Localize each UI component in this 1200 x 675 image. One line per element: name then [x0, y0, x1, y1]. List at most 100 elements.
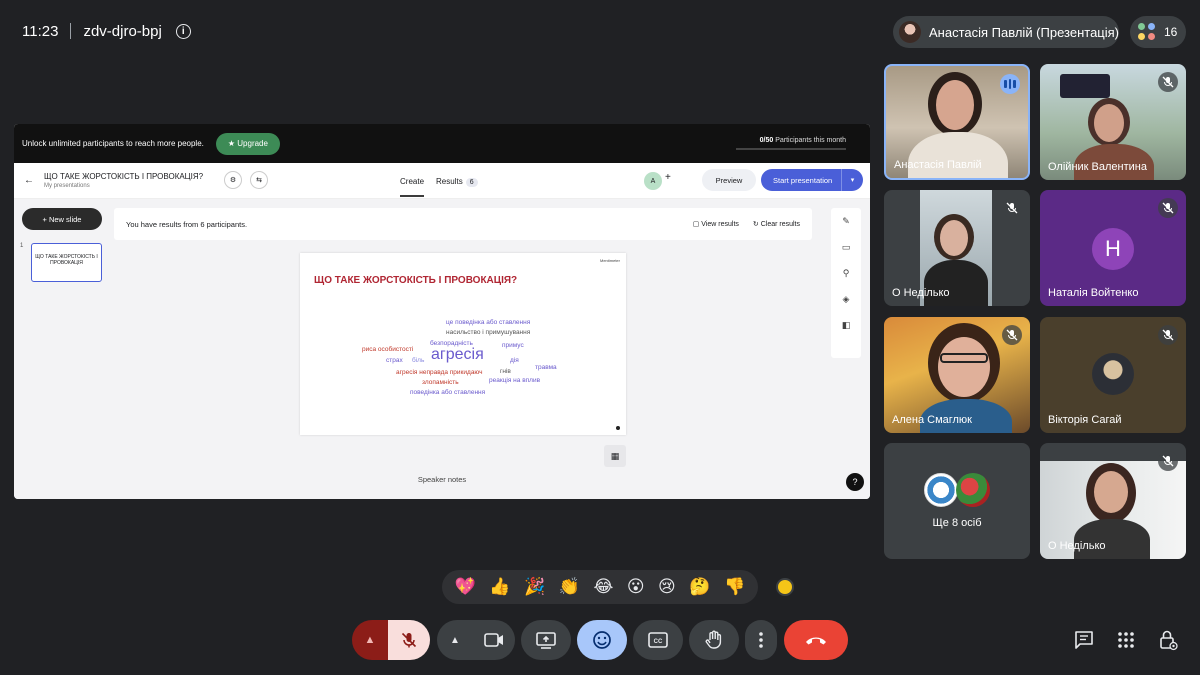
preview-button[interactable]: Preview [702, 169, 756, 191]
word-cloud-word: травма [535, 364, 557, 371]
collaborator-avatar[interactable]: A [644, 172, 662, 190]
upgrade-button[interactable]: ★ Upgrade [215, 132, 280, 155]
participant-face [1094, 104, 1124, 142]
reaction-heart-icon[interactable]: 💖 [455, 577, 476, 597]
captions-icon: CC [648, 632, 668, 648]
camera-control-group: ▲ [437, 620, 515, 660]
camera-options-chevron-icon[interactable]: ▲ [437, 620, 473, 660]
layout-icon[interactable]: ◧ [842, 320, 851, 331]
participant-tile[interactable]: Вікторія Сагай [1040, 317, 1186, 433]
editor-header: ← ЩО ТАКЕ ЖОРСТОКІСТЬ І ПРОВОКАЦІЯ? My p… [14, 163, 870, 199]
present-button[interactable] [521, 620, 571, 660]
speaker-notes[interactable]: Speaker notes [14, 475, 870, 484]
back-arrow-icon[interactable]: ← [24, 175, 34, 186]
mic-off-icon [1158, 198, 1178, 218]
participant-tile[interactable]: Алена Смаглюк [884, 317, 1030, 433]
word-cloud-word: це поведінка або ставлення [446, 319, 531, 326]
presentation-title: ЩО ТАКЕ ЖОРСТОКІСТЬ І ПРОВОКАЦІЯ? [44, 172, 204, 181]
mic-options-chevron-icon[interactable]: ▲ [352, 620, 388, 660]
view-results-button[interactable]: ▢ View results [693, 220, 739, 228]
chat-icon [1075, 631, 1093, 649]
add-collaborator-icon[interactable]: + [665, 172, 671, 183]
style-icon[interactable]: ◈ [843, 294, 850, 305]
activities-button[interactable] [1114, 628, 1138, 652]
slide-marker [616, 426, 620, 430]
participant-body [908, 132, 1008, 178]
reaction-surprised-icon[interactable]: 😮 [627, 577, 645, 597]
people-icon [1138, 23, 1156, 41]
more-participants-tile[interactable]: Ще 8 осіб [884, 443, 1030, 559]
meeting-info: 11:23 zdv-djro-bpj i [22, 20, 191, 42]
slide-canvas[interactable]: Mentimeter ЩО ТАКЕ ЖОРСТОКІСТЬ І ПРОВОКА… [300, 253, 626, 435]
reaction-party-icon[interactable]: 🎉 [524, 577, 545, 597]
mic-off-icon [1158, 72, 1178, 92]
raise-hand-button[interactable] [689, 620, 739, 660]
share-icon[interactable]: ⇆ [250, 171, 268, 189]
people-button[interactable]: 16 [1130, 16, 1186, 48]
emoji-icon [593, 631, 611, 649]
emoji-button[interactable] [577, 620, 627, 660]
participant-avatar [1092, 353, 1134, 395]
participant-tile[interactable]: О Неділько [884, 190, 1030, 306]
participant-avatar [924, 473, 958, 507]
skin-tone-selector[interactable] [776, 578, 794, 596]
glasses [940, 353, 988, 363]
participant-tile[interactable]: Олійник Валентина [1040, 64, 1186, 180]
word-cloud-word: страх [386, 357, 403, 364]
leave-call-button[interactable] [784, 620, 848, 660]
word-cloud-word: дія [510, 357, 519, 364]
reaction-thumbs-up-icon[interactable]: 👍 [489, 577, 510, 597]
editor-tabs: Create Results 6 [400, 163, 478, 199]
present-icon [536, 632, 556, 649]
camera-button[interactable] [473, 620, 515, 660]
slide-thumbnail[interactable]: ЩО ТАКЕ ЖОРСТОКІСТЬ І ПРОВОКАЦІЯ [31, 243, 102, 282]
reaction-thumbs-down-icon[interactable]: 👎 [724, 577, 745, 597]
reaction-laugh-icon[interactable]: 😂 [593, 577, 613, 597]
clear-results-button[interactable]: ↻ Clear results [753, 220, 800, 228]
help-button[interactable]: ? [846, 473, 864, 491]
participant-count: 16 [1164, 25, 1178, 39]
reaction-sad-icon[interactable]: 😢 [658, 577, 676, 597]
info-icon[interactable]: i [175, 23, 191, 39]
tab-results[interactable]: Results 6 [436, 177, 478, 187]
thumbnail-title: ЩО ТАКЕ ЖОРСТОКІСТЬ І ПРОВОКАЦІЯ [35, 254, 98, 266]
host-controls-button[interactable] [1156, 628, 1180, 652]
participant-tile[interactable]: О Неділько [1040, 443, 1186, 559]
participants-label: Participants this month [775, 137, 846, 144]
new-slide-button[interactable]: + New slide [22, 208, 102, 230]
tab-create[interactable]: Create [400, 166, 425, 197]
edit-icon[interactable]: ✎ [842, 216, 850, 227]
presenter-chip[interactable]: Анастасія Павлій (Презентація) [893, 16, 1119, 48]
participant-face [1094, 471, 1128, 513]
captions-button[interactable]: CC [633, 620, 683, 660]
mic-off-icon [1158, 451, 1178, 471]
qr-code-icon[interactable]: ▦ [604, 445, 626, 467]
participant-name: Наталія Войтенко [1048, 287, 1139, 299]
participants-meter: 0/50 Participants this month [736, 137, 846, 150]
breadcrumb[interactable]: My presentations [44, 183, 203, 189]
activities-icon [1118, 632, 1134, 648]
reaction-clap-icon[interactable]: 👏 [559, 577, 580, 597]
comment-icon[interactable]: ▭ [842, 242, 851, 253]
mic-off-button[interactable] [388, 620, 430, 660]
participant-avatar: Н [1092, 228, 1134, 270]
mic-off-icon [1002, 198, 1022, 218]
word-cloud-word: поведінка або ставлення [410, 389, 486, 396]
shared-screen: Unlock unlimited participants to reach m… [14, 124, 870, 499]
chevron-down-icon[interactable]: ▾ [841, 169, 863, 191]
more-options-button[interactable] [745, 620, 777, 660]
participants-count: 0/50 [759, 137, 774, 144]
interactivity-icon[interactable]: ⚲ [843, 268, 850, 279]
participant-name: Анастасія Павлій [894, 159, 982, 171]
presentation-titles: ЩО ТАКЕ ЖОРСТОКІСТЬ І ПРОВОКАЦІЯ? My pre… [44, 172, 203, 189]
slide-number: 1 [20, 243, 24, 249]
participant-face [936, 80, 974, 130]
participant-tile[interactable]: Н Наталія Войтенко [1040, 190, 1186, 306]
chat-button[interactable] [1072, 628, 1096, 652]
start-presentation-button[interactable]: Start presentation ▾ [761, 169, 863, 191]
settings-icon[interactable]: ⚙ [224, 171, 242, 189]
mic-off-icon [1002, 325, 1022, 345]
reaction-thinking-icon[interactable]: 🤔 [689, 577, 710, 597]
banner-text: Unlock unlimited participants to reach m… [22, 139, 204, 148]
participant-tile[interactable]: Анастасія Павлій [884, 64, 1030, 180]
